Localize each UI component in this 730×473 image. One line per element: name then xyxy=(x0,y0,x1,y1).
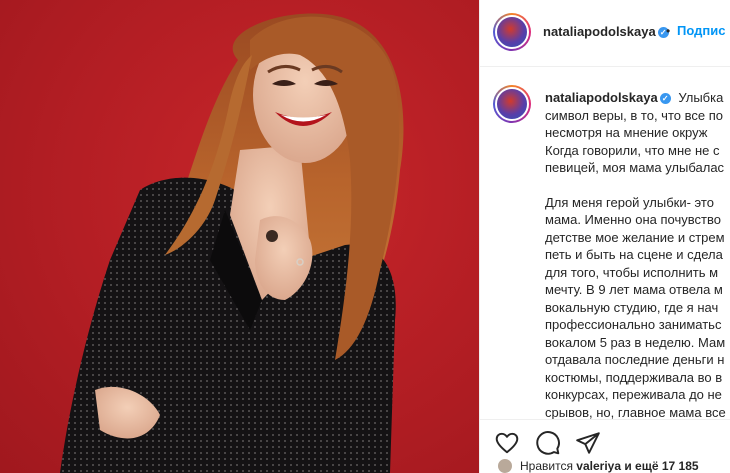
comment-icon[interactable] xyxy=(535,430,561,456)
avatar[interactable] xyxy=(493,13,531,51)
follow-button[interactable]: Подпис xyxy=(677,23,725,38)
caption-avatar[interactable] xyxy=(493,85,531,123)
instagram-post: nataliapodolskaya ✓ • Подпис nataliapodol… xyxy=(0,0,730,473)
caption-line: певицей, моя мама улыбалас xyxy=(545,160,725,175)
post-sidebar: nataliapodolskaya ✓ • Подпис nataliapodol… xyxy=(479,0,730,473)
caption-line: вокальную студию, где я нач xyxy=(545,299,719,315)
caption-line: вокалом 5 раз в неделю. Мам xyxy=(545,334,726,350)
caption-line: отдавала последние деньги н xyxy=(545,352,725,367)
caption-line: несмотря на мнение окруж xyxy=(545,125,708,140)
caption-line: срывов, но, главное мама все xyxy=(545,404,726,420)
verified-badge-icon: ✓ xyxy=(659,93,671,104)
comments-area[interactable]: nataliapodolskaya ✓ Улыбка символ веры, в… xyxy=(480,67,730,419)
post-caption: nataliapodolskaya ✓ Улыбка символ веры, в… xyxy=(545,89,730,419)
caption-line: детстве мое желание и стрем xyxy=(545,229,725,245)
photo-illustration xyxy=(60,13,404,473)
caption-line: Когда говорили, что мне не с xyxy=(545,142,720,158)
caption-line: Для меня герой улыбки- это xyxy=(545,194,714,210)
caption-line: костюмы, поддерживала во в xyxy=(545,369,723,385)
caption-username[interactable]: nataliapodolskaya ✓ xyxy=(545,90,671,105)
caption-line: для того, чтобы исполнить м xyxy=(545,264,719,280)
username-text[interactable]: nataliapodolskaya xyxy=(543,24,656,39)
caption-line: мечту. В 9 лет мама отвела м xyxy=(545,282,723,297)
likes-prefix: Нравится xyxy=(520,459,577,473)
likes-summary[interactable]: Нравится valeriya и ещё 17 185 xyxy=(498,459,699,473)
caption-line: петь и быть на сцене и сдела xyxy=(545,247,723,262)
caption-paragraph-gap xyxy=(545,177,730,194)
follow-separator: • xyxy=(666,24,671,38)
likes-user[interactable]: valeriya xyxy=(576,459,621,473)
heart-icon[interactable] xyxy=(494,430,520,456)
likes-count[interactable]: и ещё 17 185 xyxy=(621,459,698,473)
caption-line: мама. Именно она почувство xyxy=(545,212,721,227)
caption-line: профессионально заниматьс xyxy=(545,317,722,332)
caption-line: конкурсах, переживала до не xyxy=(545,387,722,402)
caption-line: Улыбка xyxy=(678,90,724,105)
caption-line: символ веры, в то, что все по xyxy=(545,107,723,123)
post-photo[interactable] xyxy=(0,0,479,473)
share-icon[interactable] xyxy=(575,430,601,456)
header-username[interactable]: nataliapodolskaya ✓ xyxy=(543,24,669,39)
liker-avatar xyxy=(498,459,512,473)
post-header: nataliapodolskaya ✓ • Подпис xyxy=(480,0,730,67)
